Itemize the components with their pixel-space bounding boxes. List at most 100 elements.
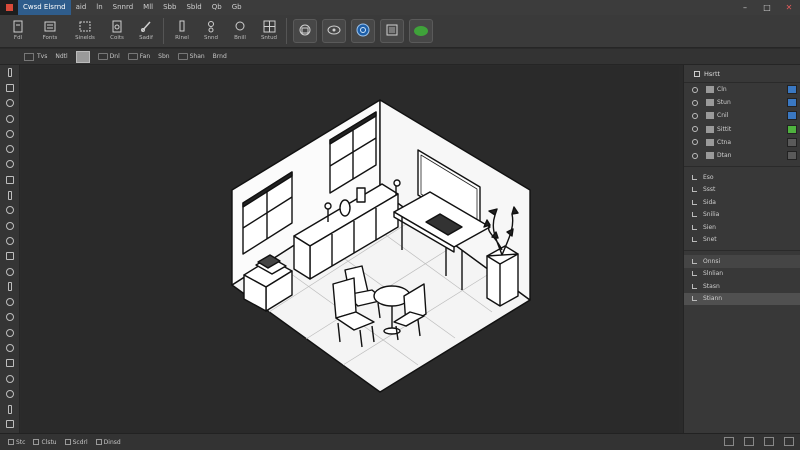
option-item[interactable]: Sbn (158, 53, 169, 60)
status-item[interactable]: Clstu (33, 439, 57, 446)
menu-item-2[interactable]: ln (91, 0, 107, 15)
eye-icon[interactable] (692, 152, 698, 159)
toolbar-button-edit[interactable]: Sadif (134, 15, 158, 46)
property-row[interactable]: Stiann (684, 292, 800, 306)
render-button[interactable] (293, 19, 317, 43)
toolbar-button-select[interactable]: Sinelds (70, 15, 100, 46)
tool-shape[interactable] (0, 310, 20, 325)
tool-ruler[interactable] (0, 402, 20, 417)
panel-subheader[interactable]: Onnsi (684, 255, 800, 268)
toolbar-button-shape[interactable]: Bnill (228, 15, 252, 46)
toolbar-button-new-file[interactable]: Fdl (6, 15, 30, 46)
toolbar-button-text[interactable]: Fonts (35, 15, 65, 46)
sublayer-row[interactable]: Snet (684, 234, 800, 247)
layer-row[interactable]: Stun (684, 96, 800, 109)
tool-zoom[interactable] (0, 340, 20, 355)
option-box (24, 52, 34, 61)
tool-dodge[interactable] (0, 249, 20, 264)
sublayer-row[interactable]: Ssst (684, 184, 800, 197)
toolbar-button-brush[interactable]: Snnd (199, 15, 223, 46)
tool-move[interactable] (0, 65, 20, 80)
layer-row[interactable]: Cln (684, 83, 800, 96)
option-item[interactable]: Fan (127, 53, 150, 60)
snap-icon[interactable] (764, 437, 774, 446)
tool-hand[interactable] (0, 325, 20, 340)
tool-type[interactable] (0, 279, 20, 294)
sublayer-row[interactable]: Sida (684, 196, 800, 209)
property-label: Slnlian (703, 270, 724, 278)
eye-icon[interactable] (692, 112, 698, 119)
layer-label: Sittit (717, 125, 732, 133)
cloud-button[interactable] (409, 19, 433, 43)
layer-row[interactable]: Ctna (684, 136, 800, 149)
tool-path[interactable] (0, 294, 20, 309)
eye-icon[interactable] (692, 86, 698, 93)
close-button[interactable]: ✕ (778, 0, 800, 15)
property-row[interactable]: Stasn (684, 280, 800, 293)
sublayer-row[interactable]: Sien (684, 221, 800, 234)
arrow-icon (692, 296, 697, 302)
sublayer-row[interactable]: Eso (684, 171, 800, 184)
tool-count[interactable] (0, 386, 20, 401)
maximize-button[interactable]: □ (756, 0, 778, 15)
option-item[interactable]: Ndtl (55, 53, 67, 60)
color-swatch[interactable] (75, 50, 90, 63)
tool-stamp[interactable] (0, 172, 20, 187)
tool-eyedropper[interactable] (0, 126, 20, 141)
toolbar-button-grid[interactable]: Sntud (257, 15, 281, 46)
option-item[interactable]: Shan (177, 53, 205, 60)
property-row[interactable]: Slnlian (684, 268, 800, 281)
status-item[interactable]: Dinsd (95, 439, 121, 446)
sublayer-row[interactable]: Snilia (684, 209, 800, 222)
layers-panel: Hsrtt Cln Stun Cnil Sittit Ctna Dtan Eso… (683, 65, 800, 433)
tool-3d[interactable] (0, 356, 20, 371)
panel-header: Hsrtt (684, 65, 800, 83)
menu-item-8[interactable]: Gb (227, 0, 247, 15)
canvas-area[interactable] (21, 66, 679, 433)
tool-brush[interactable] (0, 157, 20, 172)
option-item[interactable]: Brnd (213, 53, 227, 60)
indent-icon (692, 212, 697, 218)
edit-icon (139, 19, 153, 33)
tool-blur[interactable] (0, 233, 20, 248)
fullscreen-icon[interactable] (784, 437, 794, 446)
status-item[interactable]: Scdrl (64, 438, 88, 446)
menu-item-0[interactable]: Cwsd Elsrnd (18, 0, 71, 15)
toolbar-button-pencil[interactable]: Rlnel (170, 15, 194, 46)
menu-item-7[interactable]: Qb (207, 0, 227, 15)
eye-icon[interactable] (692, 126, 698, 133)
menu-item-5[interactable]: Sbb (158, 0, 181, 15)
menu-item-6[interactable]: Sbld (181, 0, 206, 15)
view-icon[interactable] (724, 437, 734, 446)
tool-foreground-color[interactable] (0, 417, 20, 432)
layer-color-chip (787, 137, 797, 147)
eye-icon[interactable] (692, 139, 698, 146)
tool-eraser[interactable] (0, 203, 20, 218)
tool-lasso[interactable] (0, 96, 20, 111)
layer-row[interactable]: Cnil (684, 109, 800, 122)
layers-button[interactable] (380, 19, 404, 43)
eye-icon[interactable] (692, 99, 698, 106)
menu-item-4[interactable]: Mll (138, 0, 158, 15)
tool-history[interactable] (0, 187, 20, 202)
globe-button[interactable] (351, 19, 375, 43)
ruler-icon (8, 404, 12, 414)
tool-note[interactable] (0, 371, 20, 386)
orbit-button[interactable] (322, 19, 346, 43)
layer-row[interactable]: Dtan (684, 149, 800, 162)
option-item[interactable]: Dnl (97, 53, 120, 60)
status-label: Scdrl (72, 438, 88, 446)
tool-select[interactable] (0, 80, 20, 95)
toolbar-button-cut[interactable]: Coits (105, 15, 129, 46)
tool-pen[interactable] (0, 264, 20, 279)
option-item[interactable]: Tvs (24, 52, 47, 61)
status-item[interactable]: Stc (8, 439, 25, 446)
menu-item-1[interactable]: aid (71, 0, 92, 15)
grid-toggle-icon[interactable] (744, 437, 754, 446)
layer-row[interactable]: Sittit (684, 123, 800, 136)
tool-gradient[interactable] (0, 218, 20, 233)
menu-item-3[interactable]: Snnrd (108, 0, 139, 15)
tool-crop[interactable] (0, 111, 20, 126)
tool-heal[interactable] (0, 141, 20, 156)
minimize-button[interactable]: – (734, 0, 756, 15)
